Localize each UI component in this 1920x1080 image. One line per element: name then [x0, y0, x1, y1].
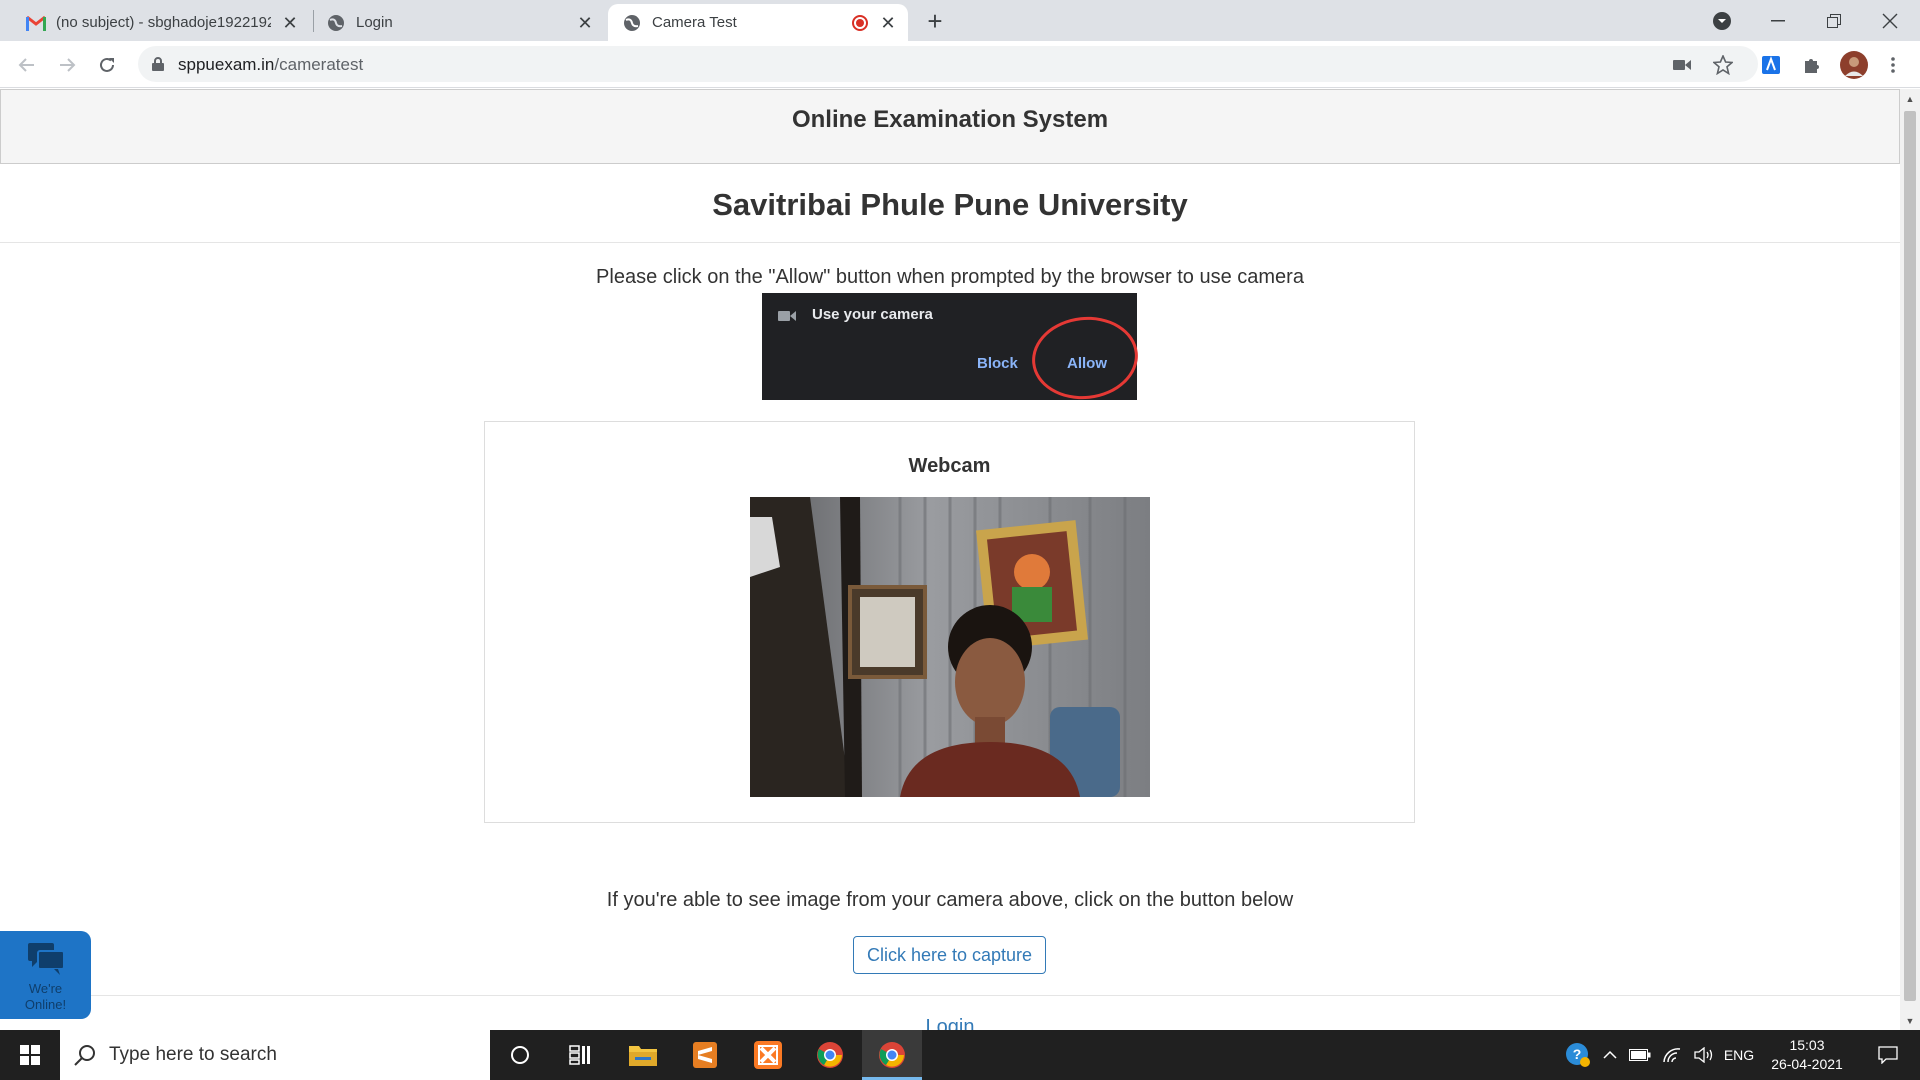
- scroll-up-arrow[interactable]: ▲: [1900, 91, 1920, 107]
- chat-bubbles-icon: [28, 943, 65, 980]
- svg-text:?: ?: [1573, 1046, 1582, 1062]
- extension-icon[interactable]: [1758, 52, 1784, 78]
- webcam-video-feed: [750, 497, 1150, 797]
- extensions-puzzle-icon[interactable]: [1799, 52, 1825, 78]
- wifi-icon[interactable]: [1658, 1030, 1686, 1080]
- chat-line-2: Online!: [24, 997, 67, 1012]
- system-header: Online Examination System: [0, 89, 1900, 164]
- chat-line-1: We're: [28, 981, 63, 996]
- clock-time: 15:03: [1789, 1037, 1825, 1053]
- camera-instruction: Please click on the "Allow" button when …: [596, 266, 1304, 288]
- file-explorer-button[interactable]: [613, 1030, 673, 1080]
- reload-button[interactable]: [92, 50, 122, 80]
- task-view-button[interactable]: [550, 1030, 610, 1080]
- folder-icon: [629, 1046, 657, 1066]
- webcam-title: Webcam: [908, 455, 991, 477]
- system-clock[interactable]: 15:03 26-04-2021: [1752, 1036, 1862, 1074]
- scroll-down-arrow[interactable]: ▼: [1900, 1013, 1920, 1029]
- volume-icon[interactable]: [1690, 1030, 1718, 1080]
- login-link[interactable]: Login: [0, 1016, 1900, 1030]
- globe-icon: [326, 13, 346, 33]
- chrome-active-taskbar-button[interactable]: [862, 1030, 922, 1080]
- chrome-icon: [817, 1042, 843, 1068]
- page-scrollbar[interactable]: ▲ ▼: [1900, 89, 1920, 1030]
- page-viewport: Online Examination System Savitribai Phu…: [0, 89, 1900, 1030]
- chrome-taskbar-button[interactable]: [800, 1030, 860, 1080]
- tab-title: Login: [356, 14, 393, 31]
- tab-login[interactable]: Login ✕: [320, 4, 605, 41]
- system-title: Online Examination System: [791, 106, 1109, 133]
- close-tab-icon[interactable]: ✕: [575, 13, 595, 33]
- chrome-menu-icon[interactable]: [1880, 52, 1906, 78]
- back-button[interactable]: [12, 50, 42, 80]
- tab-gmail[interactable]: (no subject) - sbghadoje1922192 ✕: [20, 4, 310, 41]
- search-placeholder: Type here to search: [109, 1044, 277, 1065]
- chrome-icon: [879, 1042, 905, 1068]
- divider: [0, 995, 1900, 996]
- search-icon: [74, 1044, 96, 1071]
- clock-date: 26-04-2021: [1771, 1056, 1843, 1072]
- cortana-icon: [511, 1046, 529, 1064]
- bookmark-star-icon[interactable]: [1710, 52, 1736, 78]
- divider: [0, 242, 1900, 243]
- lock-icon[interactable]: [152, 57, 164, 76]
- webcam-panel: Webcam: [484, 421, 1415, 823]
- windows-logo-icon: [20, 1045, 40, 1065]
- camera-in-use-icon[interactable]: [1669, 52, 1695, 78]
- sublime-text-icon: [693, 1042, 717, 1068]
- windows-taskbar: Type here to search ? ENG 15:03 26-04-20…: [0, 1030, 1920, 1080]
- prompt-title: Use your camera: [812, 306, 933, 323]
- recording-indicator-icon: [852, 15, 868, 31]
- url-path: /cameratest: [274, 55, 364, 74]
- new-tab-button[interactable]: +: [920, 6, 950, 36]
- tab-title: Camera Test: [652, 14, 737, 31]
- xampp-button[interactable]: [738, 1030, 798, 1080]
- close-tab-icon[interactable]: ✕: [878, 13, 898, 33]
- globe-icon: [622, 13, 642, 33]
- prompt-block-label: Block: [977, 355, 1018, 372]
- address-bar[interactable]: sppuexam.in/cameratest: [138, 46, 1758, 82]
- sublime-text-button[interactable]: [675, 1030, 735, 1080]
- profile-avatar[interactable]: [1839, 50, 1869, 80]
- chat-status-text: We're Online!: [0, 981, 91, 1013]
- scrollbar-thumb[interactable]: [1904, 111, 1916, 1001]
- browser-tab-strip: (no subject) - sbghadoje1922192 ✕ Login …: [0, 0, 1920, 41]
- url-host: sppuexam.in: [178, 55, 275, 74]
- university-title: Savitribai Phule Pune University: [712, 187, 1188, 222]
- cortana-button[interactable]: [490, 1030, 550, 1080]
- url-text: sppuexam.in/cameratest: [178, 55, 363, 75]
- start-button[interactable]: [0, 1030, 60, 1080]
- battery-icon[interactable]: [1626, 1030, 1654, 1080]
- close-window-button[interactable]: [1862, 0, 1918, 41]
- live-chat-widget[interactable]: We're Online!: [0, 931, 91, 1019]
- minimize-button[interactable]: [1750, 0, 1806, 41]
- camera-icon: [778, 309, 796, 327]
- permission-prompt-illustration: Use your camera Block Allow: [762, 293, 1142, 405]
- forward-button[interactable]: [52, 50, 82, 80]
- gmail-icon: [26, 13, 46, 33]
- restore-button[interactable]: [1806, 0, 1862, 41]
- tab-separator: [313, 10, 314, 32]
- taskbar-search-box[interactable]: Type here to search: [60, 1030, 490, 1080]
- confirm-text: If you're able to see image from your ca…: [606, 889, 1294, 911]
- notifications-icon[interactable]: [1866, 1030, 1910, 1080]
- close-tab-icon[interactable]: ✕: [280, 13, 300, 33]
- highlight-circle: [1028, 311, 1142, 405]
- xampp-icon: [754, 1041, 782, 1069]
- help-tray-icon[interactable]: ?: [1562, 1030, 1594, 1080]
- tab-camera-test[interactable]: Camera Test ✕: [608, 4, 908, 41]
- capture-button[interactable]: Click here to capture: [853, 936, 1046, 974]
- tab-title: (no subject) - sbghadoje1922192: [56, 14, 271, 31]
- task-view-icon: [569, 1045, 590, 1065]
- tab-search-button[interactable]: [1694, 0, 1750, 41]
- browser-toolbar: sppuexam.in/cameratest: [0, 41, 1920, 88]
- show-hidden-icons-chevron-icon[interactable]: [1598, 1030, 1622, 1080]
